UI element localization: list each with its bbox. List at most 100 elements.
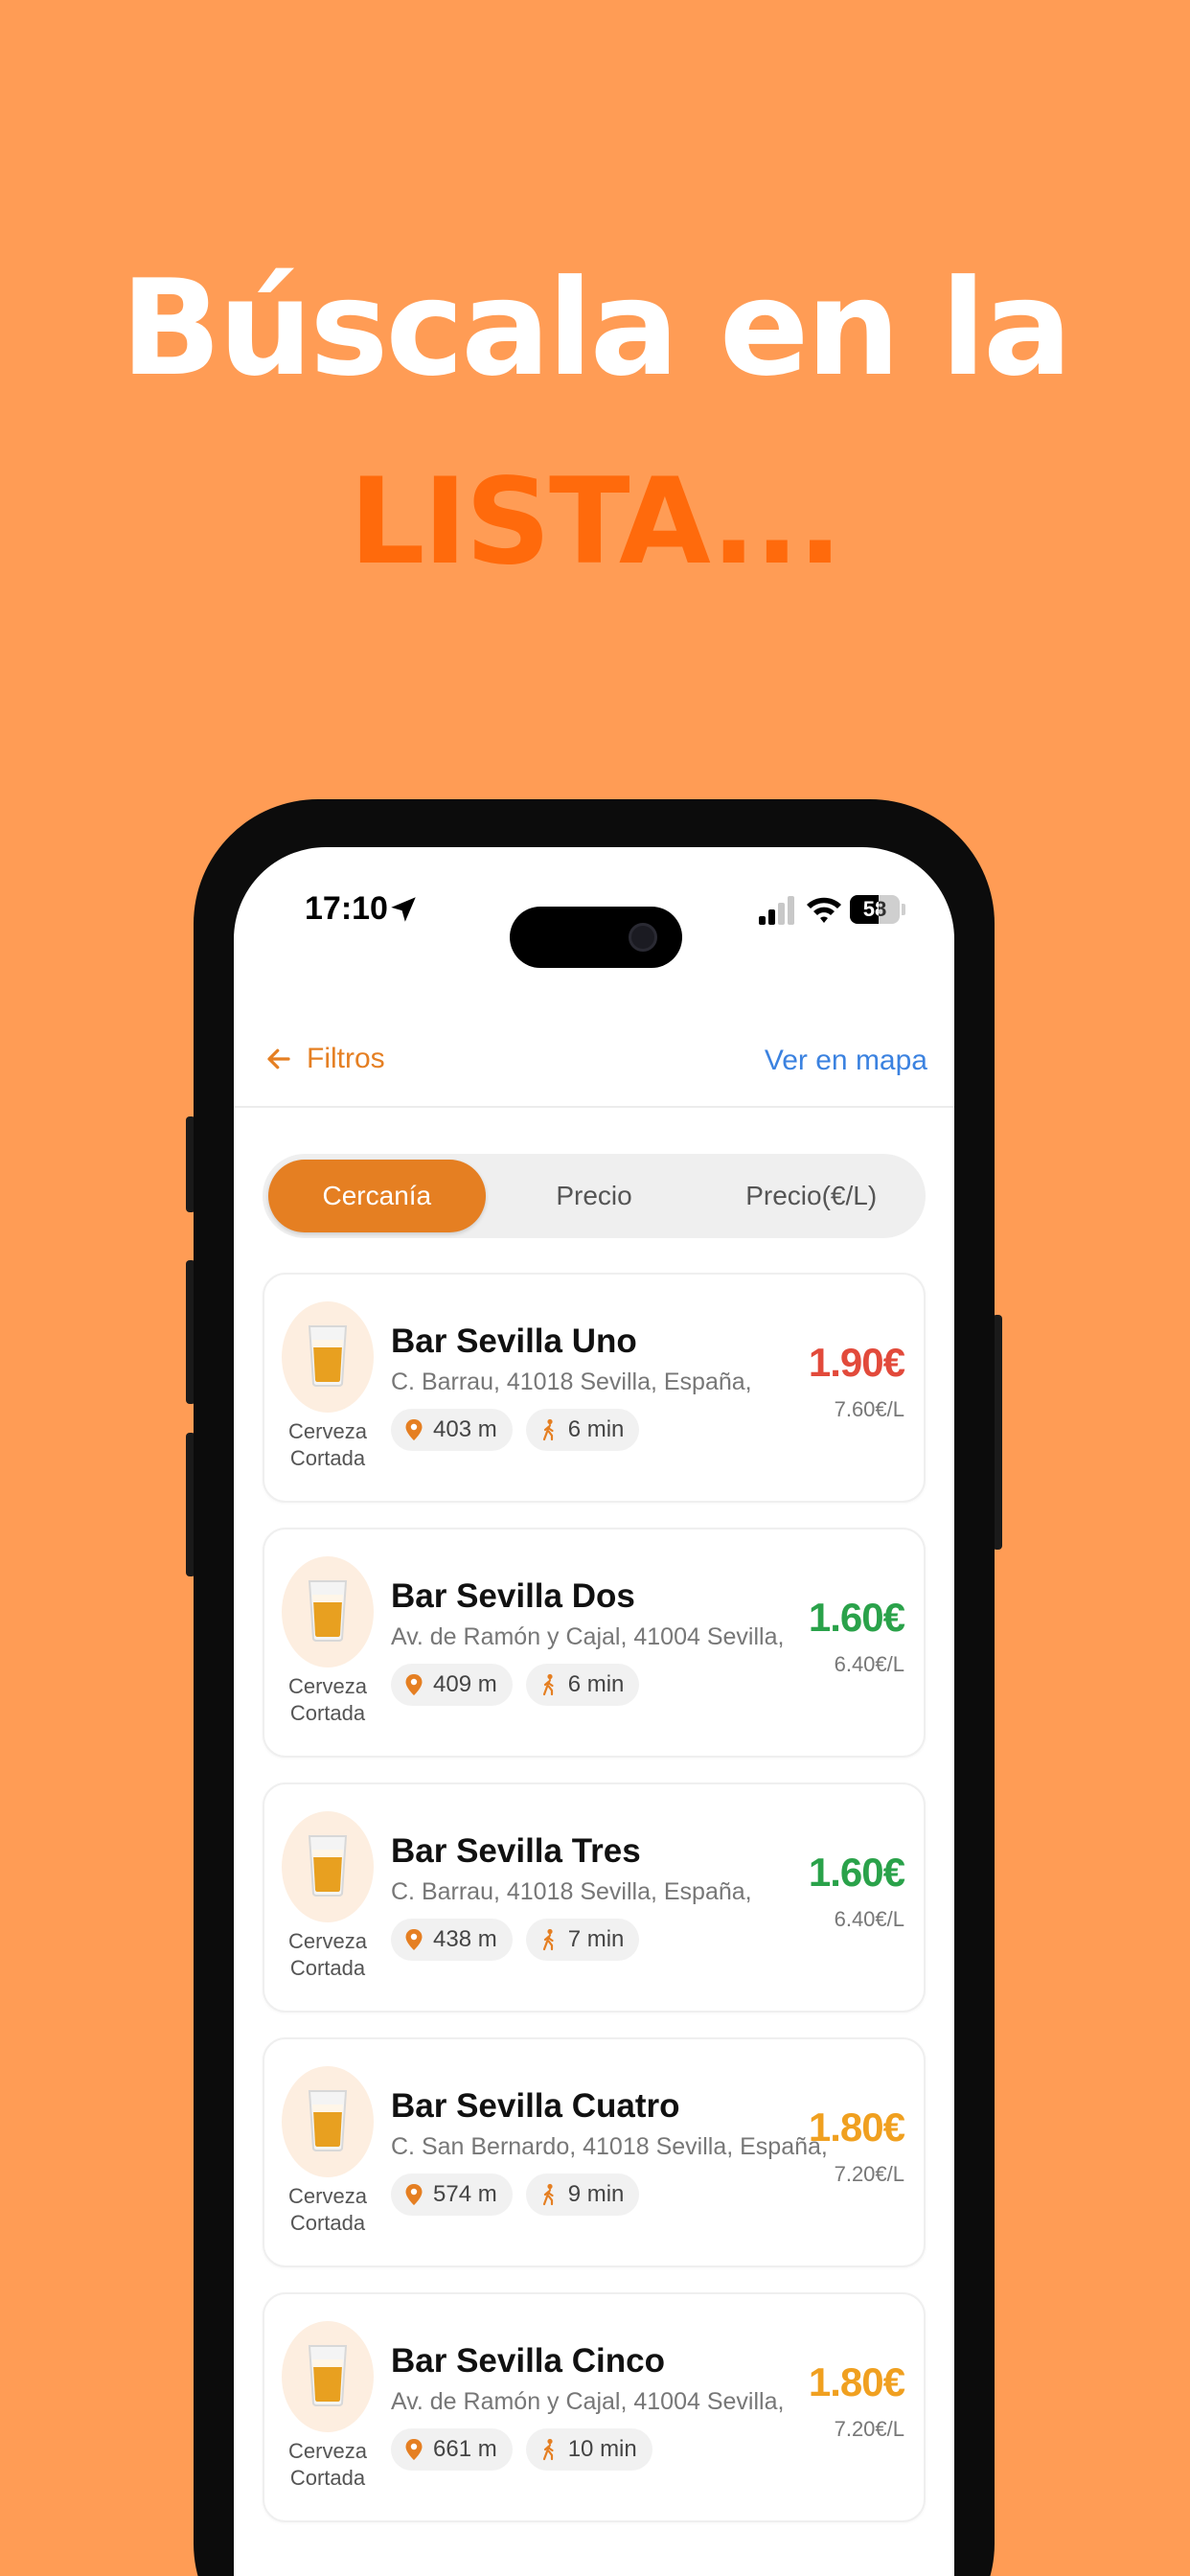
price-per-liter: 7.20€/L <box>834 2417 904 2441</box>
battery-icon: 58 <box>850 895 900 924</box>
beer-type-line-1: Cerveza <box>288 1929 367 1953</box>
phone-screen: 17:10 58 Filtros Ver en mapa Cercanía Pr… <box>234 847 954 2576</box>
beer-type-line-1: Cerveza <box>288 2184 367 2208</box>
beer-price: 1.90€ <box>808 1340 905 1385</box>
map-pin-icon <box>405 2184 423 2205</box>
walk-time-chip: 10 min <box>525 2428 652 2471</box>
bar-card[interactable]: Cerveza Cortada Bar Sevilla Cuatro C. Sa… <box>263 2037 926 2267</box>
beer-thumbnail <box>282 1811 374 1922</box>
distance-value: 574 m <box>433 2181 497 2207</box>
cellular-signal-icon <box>759 896 794 925</box>
walking-icon <box>542 2183 554 2206</box>
bar-address: Av. de Ramón y Cajal, 41004 Sevilla, <box>391 2388 785 2415</box>
price-per-liter: 7.20€/L <box>834 2162 904 2186</box>
beer-glass-icon <box>308 1835 348 1897</box>
distance-chip: 438 m <box>391 1919 513 1961</box>
beer-type-line-2: Cortada <box>289 1446 366 1470</box>
bar-chips: 661 m 10 min <box>391 2428 666 2471</box>
bar-name: Bar Sevilla Cinco <box>391 2342 665 2380</box>
price-per-liter: 7.60€/L <box>834 1397 904 1421</box>
beer-thumbnail <box>282 2321 374 2432</box>
map-pin-icon <box>405 1419 423 1440</box>
map-pin-icon <box>405 2439 423 2460</box>
beer-price: 1.60€ <box>808 1850 905 1895</box>
bar-address: C. Barrau, 41018 Sevilla, España, <box>391 1368 752 1395</box>
headline-line-1: Búscala en la <box>120 251 1072 405</box>
tab-precio-litro[interactable]: Precio(€/L) <box>702 1160 920 1232</box>
distance-chip: 409 m <box>391 1664 513 1706</box>
bar-card[interactable]: Cerveza Cortada Bar Sevilla Dos Av. de R… <box>263 1528 926 1758</box>
beer-thumbnail <box>282 1301 374 1413</box>
camera-icon <box>629 923 657 952</box>
beer-type-line-2: Cortada <box>289 1701 366 1725</box>
beer-glass-icon <box>308 1325 348 1387</box>
bar-chips: 438 m 7 min <box>391 1919 652 1961</box>
distance-value: 409 m <box>433 1671 497 1697</box>
beer-thumbnail <box>282 1556 374 1668</box>
walking-icon <box>542 1673 554 1696</box>
wifi-icon <box>807 897 841 923</box>
beer-glass-icon <box>308 2345 348 2406</box>
filters-label: Filtros <box>307 1043 385 1074</box>
status-time: 17:10 <box>305 890 388 927</box>
beer-type-label: Cerveza Cortada <box>274 1928 381 1982</box>
bar-chips: 403 m 6 min <box>391 1409 652 1451</box>
walk-time-chip: 9 min <box>525 2174 640 2216</box>
view-map-link[interactable]: Ver en mapa <box>765 1045 927 1077</box>
walk-time-value: 6 min <box>567 1416 625 1442</box>
bar-name: Bar Sevilla Tres <box>391 1832 641 1870</box>
walk-time-value: 10 min <box>567 2436 637 2462</box>
walk-time-chip: 7 min <box>525 1919 640 1961</box>
bar-chips: 574 m 9 min <box>391 2174 652 2216</box>
bar-address: C. Barrau, 41018 Sevilla, España, <box>391 1878 752 1905</box>
bar-name: Bar Sevilla Cuatro <box>391 2087 680 2125</box>
bar-card[interactable]: Cerveza Cortada Bar Sevilla Tres C. Barr… <box>263 1782 926 2012</box>
distance-value: 661 m <box>433 2436 497 2462</box>
distance-value: 403 m <box>433 1416 497 1442</box>
distance-chip: 661 m <box>391 2428 513 2471</box>
bar-card[interactable]: Cerveza Cortada Bar Sevilla Uno C. Barra… <box>263 1273 926 1503</box>
beer-price: 1.80€ <box>808 2359 905 2404</box>
beer-price: 1.60€ <box>808 1595 905 1640</box>
beer-type-line-1: Cerveza <box>288 1419 367 1443</box>
location-arrow-icon <box>391 897 416 922</box>
nav-bar: Filtros Ver en mapa <box>234 1029 954 1108</box>
walk-time-value: 6 min <box>567 1671 625 1697</box>
beer-type-line-1: Cerveza <box>288 2439 367 2463</box>
bar-list: Cerveza Cortada Bar Sevilla Uno C. Barra… <box>263 1273 926 2547</box>
distance-chip: 403 m <box>391 1409 513 1451</box>
headline-line-2: LISTA... <box>349 453 843 591</box>
price-per-liter: 6.40€/L <box>834 1652 904 1676</box>
map-pin-icon <box>405 1929 423 1950</box>
beer-type-label: Cerveza Cortada <box>274 1673 381 1727</box>
beer-glass-icon <box>308 2090 348 2151</box>
beer-glass-icon <box>308 1580 348 1642</box>
tab-precio[interactable]: Precio <box>486 1160 703 1232</box>
beer-type-line-2: Cortada <box>289 1956 366 1980</box>
bar-name: Bar Sevilla Uno <box>391 1322 637 1360</box>
walk-time-chip: 6 min <box>525 1664 640 1706</box>
arrow-left-icon <box>267 1048 290 1070</box>
bar-address: C. San Bernardo, 41018 Sevilla, España, <box>391 2133 828 2160</box>
distance-chip: 574 m <box>391 2174 513 2216</box>
walk-time-chip: 6 min <box>525 1409 640 1451</box>
bar-chips: 409 m 6 min <box>391 1664 652 1706</box>
beer-type-label: Cerveza Cortada <box>274 2183 381 2237</box>
bar-card[interactable]: Cerveza Cortada Bar Sevilla Cinco Av. de… <box>263 2292 926 2522</box>
filters-back-button[interactable]: Filtros <box>264 1043 385 1075</box>
beer-type-line-2: Cortada <box>289 2466 366 2490</box>
walking-icon <box>542 2438 554 2461</box>
map-pin-icon <box>405 1674 423 1695</box>
walk-time-value: 9 min <box>567 2181 625 2207</box>
beer-thumbnail <box>282 2066 374 2177</box>
beer-price: 1.80€ <box>808 2104 905 2150</box>
walk-time-value: 7 min <box>567 1926 625 1952</box>
beer-type-label: Cerveza Cortada <box>274 2438 381 2492</box>
tab-cercania[interactable]: Cercanía <box>268 1160 486 1232</box>
sort-segmented-control: Cercanía Precio Precio(€/L) <box>263 1154 926 1238</box>
beer-type-line-1: Cerveza <box>288 1674 367 1698</box>
battery-level: 58 <box>862 897 887 921</box>
bar-address: Av. de Ramón y Cajal, 41004 Sevilla, <box>391 1623 785 1650</box>
walking-icon <box>542 1928 554 1951</box>
beer-type-label: Cerveza Cortada <box>274 1418 381 1472</box>
